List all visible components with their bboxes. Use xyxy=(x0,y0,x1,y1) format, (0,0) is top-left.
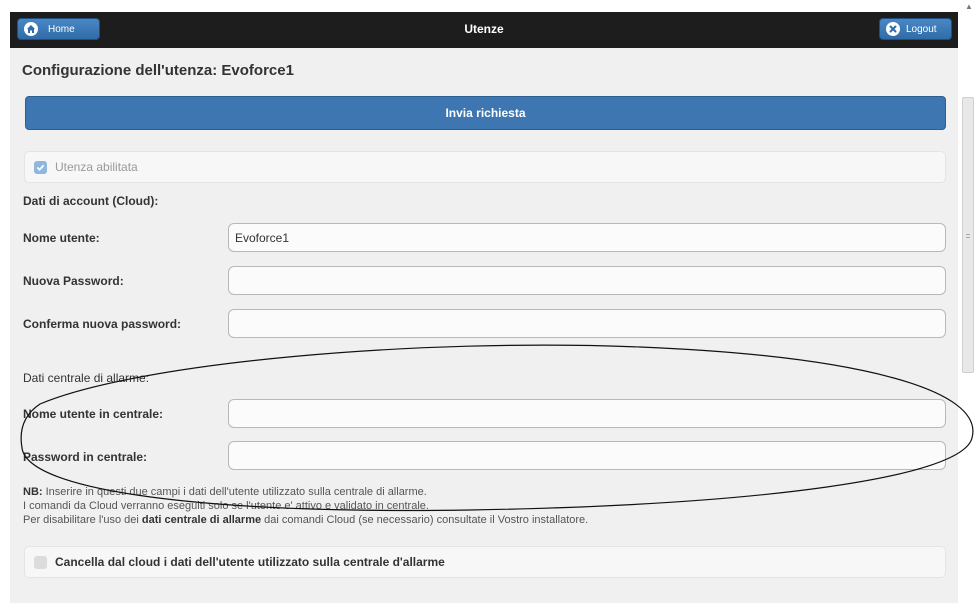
delete-cloud-data-label: Cancella dal cloud i dati dell'utente ut… xyxy=(55,555,445,569)
send-request-button[interactable]: Invia richiesta xyxy=(25,96,946,130)
note-line-3-a: Per disabilitare l'uso dei xyxy=(23,514,139,526)
logout-button-label: Logout xyxy=(906,23,937,35)
scroll-up-icon[interactable]: ▲ xyxy=(965,2,973,11)
header-bar: Home Utenze Logout xyxy=(10,12,958,48)
new-password-label: Nuova Password: xyxy=(23,274,124,288)
close-icon xyxy=(886,22,900,36)
note-text: NB: Inserire in questi due campi i dati … xyxy=(23,485,588,527)
confirm-password-label: Conferma nuova password: xyxy=(23,317,182,331)
enabled-checkbox[interactable] xyxy=(34,160,47,174)
app-frame: Home Utenze Logout Configurazione dell'u… xyxy=(10,12,958,603)
delete-cloud-data-row[interactable]: Cancella dal cloud i dati dell'utente ut… xyxy=(24,546,946,578)
note-prefix: NB: xyxy=(23,486,43,498)
header-title: Utenze xyxy=(464,22,504,36)
enabled-checkbox-row[interactable]: Utenza abilitata xyxy=(24,151,946,183)
page-title: Configurazione dell'utenza: Evoforce1 xyxy=(22,62,294,79)
note-line-3-b: dai comandi Cloud (se necessario) consul… xyxy=(264,514,589,526)
note-line-1: NB: Inserire in questi due campi i dati … xyxy=(23,485,588,499)
logout-button[interactable]: Logout xyxy=(879,18,952,40)
panel-username-input[interactable] xyxy=(228,399,946,428)
enabled-checkbox-label: Utenza abilitata xyxy=(55,160,138,174)
note-line-1-text: Inserire in questi due campi i dati dell… xyxy=(45,486,427,498)
scrollbar-grip-icon xyxy=(966,234,970,238)
panel-password-input[interactable] xyxy=(228,441,946,470)
note-line-3-bold: dati centrale di allarme xyxy=(141,514,262,526)
panel-username-label: Nome utente in centrale: xyxy=(23,407,164,421)
delete-cloud-data-checkbox[interactable] xyxy=(34,555,47,569)
note-line-3: Per disabilitare l'uso dei dati centrale… xyxy=(23,513,588,527)
cloud-section-label: Dati di account (Cloud): xyxy=(23,194,159,208)
note-line-2: I comandi da Cloud verranno eseguiti sol… xyxy=(23,500,429,512)
panel-password-label: Password in centrale: xyxy=(23,450,148,464)
username-input[interactable] xyxy=(228,223,946,252)
confirm-password-input[interactable] xyxy=(228,309,946,338)
username-label: Nome utente: xyxy=(23,231,100,245)
new-password-input[interactable] xyxy=(228,266,946,295)
alarm-section-label: Dati centrale di allarme: xyxy=(23,371,150,385)
check-icon xyxy=(36,164,45,171)
